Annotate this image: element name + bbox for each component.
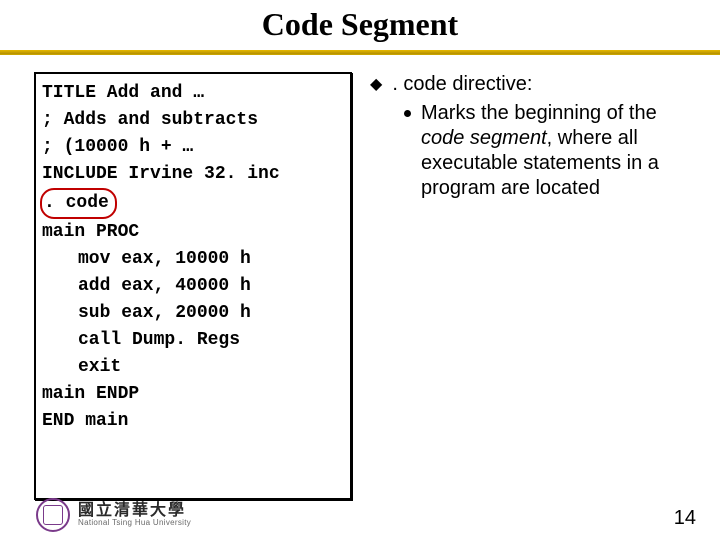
code-line: mov eax, 10000 h	[42, 246, 344, 273]
logo-glyph-icon	[36, 498, 70, 532]
code-box: TITLE Add and … ; Adds and subtracts ; (…	[34, 72, 352, 500]
title-rule-shadow	[0, 54, 720, 55]
content-area: TITLE Add and … ; Adds and subtracts ; (…	[34, 72, 700, 500]
page-number: 14	[674, 507, 696, 530]
slide-title: Code Segment	[0, 0, 720, 43]
code-line: END main	[42, 408, 344, 435]
code-line: ; (10000 h + …	[42, 134, 344, 161]
code-line: sub eax, 20000 h	[42, 300, 344, 327]
dot-bullet-icon	[404, 110, 411, 117]
university-name-en: National Tsing Hua University	[78, 519, 191, 527]
code-line-highlight: . code	[42, 188, 344, 219]
bullet-level-1: ◆ . code directive:	[370, 72, 700, 97]
code-line: INCLUDE Irvine 32. inc	[42, 161, 344, 188]
directive-heading: . code directive:	[392, 72, 532, 97]
highlight-oval: . code	[40, 188, 117, 219]
code-line: add eax, 40000 h	[42, 273, 344, 300]
code-line: ; Adds and subtracts	[42, 107, 344, 134]
code-line: main PROC	[42, 219, 344, 246]
code-line: exit	[42, 354, 344, 381]
code-line: call Dump. Regs	[42, 327, 344, 354]
university-logo: 國立清華大學 National Tsing Hua University	[36, 498, 191, 532]
university-name-cn: 國立清華大學	[78, 503, 191, 519]
directive-description: Marks the beginning of the code segment,…	[421, 101, 700, 201]
code-line: TITLE Add and …	[42, 80, 344, 107]
code-line: main ENDP	[42, 381, 344, 408]
notes-column: ◆ . code directive: Marks the beginning …	[370, 72, 700, 500]
logo-text: 國立清華大學 National Tsing Hua University	[78, 503, 191, 527]
diamond-bullet-icon: ◆	[370, 72, 382, 97]
bullet-level-2: Marks the beginning of the code segment,…	[404, 101, 700, 201]
